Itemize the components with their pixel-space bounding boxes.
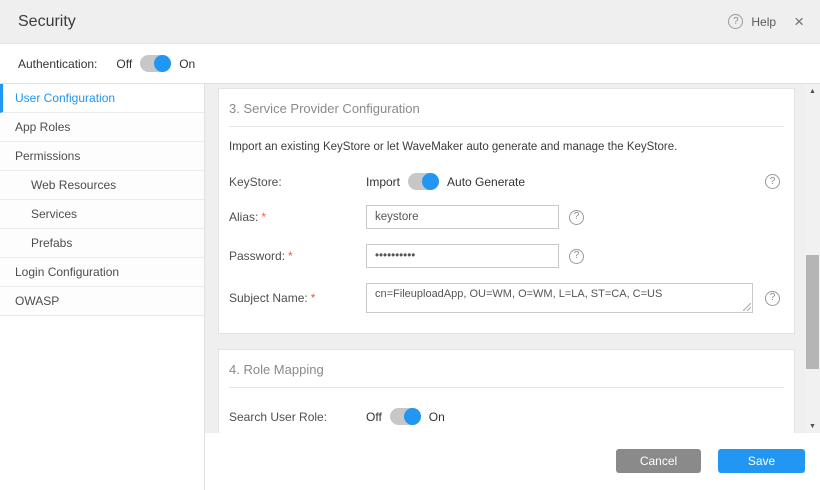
vertical-scrollbar[interactable]: ▲ ▼ bbox=[805, 84, 820, 433]
authentication-on-label: On bbox=[179, 57, 195, 71]
password-row: Password:* ? bbox=[229, 244, 784, 268]
alias-input[interactable] bbox=[366, 205, 559, 229]
toggle-knob bbox=[404, 408, 421, 425]
search-user-role-toggle-group: Off On bbox=[366, 408, 445, 425]
sidebar-item-label: Services bbox=[31, 207, 77, 221]
security-dialog: Security ? Help × Authentication: Off On… bbox=[0, 0, 820, 490]
password-input[interactable] bbox=[366, 244, 559, 268]
scroll-down-icon[interactable]: ▼ bbox=[805, 419, 820, 433]
service-provider-configuration-panel: 3. Service Provider Configuration Import… bbox=[218, 88, 795, 334]
resize-grip-icon[interactable] bbox=[743, 303, 751, 311]
subject-name-label-text: Subject Name: bbox=[229, 291, 308, 305]
alias-help-icon[interactable]: ? bbox=[569, 210, 584, 225]
sidebar-item-label: OWASP bbox=[15, 294, 59, 308]
keystore-import-label: Import bbox=[366, 175, 400, 189]
toggle-knob bbox=[154, 55, 171, 72]
keystore-label: KeyStore: bbox=[229, 175, 366, 189]
alias-label-text: Alias: bbox=[229, 210, 258, 224]
sidebar-item-owasp[interactable]: OWASP bbox=[0, 287, 204, 316]
search-user-role-label: Search User Role: bbox=[229, 410, 366, 424]
search-user-role-off-label: Off bbox=[366, 410, 382, 424]
authentication-toggle[interactable] bbox=[140, 55, 171, 72]
keystore-help-icon[interactable]: ? bbox=[765, 174, 780, 189]
close-icon[interactable]: × bbox=[794, 13, 804, 30]
section-title: 3. Service Provider Configuration bbox=[229, 101, 784, 116]
cancel-button[interactable]: Cancel bbox=[616, 449, 701, 473]
role-mapping-panel: 4. Role Mapping Search User Role: Off On bbox=[218, 349, 795, 433]
alias-label: Alias:* bbox=[229, 210, 366, 224]
scroll-up-icon[interactable]: ▲ bbox=[805, 84, 820, 98]
subject-name-help-icon[interactable]: ? bbox=[765, 291, 780, 306]
keystore-toggle-group: Import Auto Generate bbox=[366, 173, 525, 190]
section-divider bbox=[229, 387, 784, 388]
dialog-footer: Cancel Save bbox=[205, 433, 820, 490]
scrollbar-thumb[interactable] bbox=[806, 255, 819, 369]
subject-name-textarea-wrap: cn=FileuploadApp, OU=WM, O=WM, L=LA, ST=… bbox=[366, 283, 753, 313]
sidebar-item-label: Login Configuration bbox=[15, 265, 119, 279]
titlebar-actions: ? Help × bbox=[728, 13, 804, 30]
sidebar-item-app-roles[interactable]: App Roles bbox=[0, 113, 204, 142]
page-title: Security bbox=[18, 13, 76, 31]
sidebar-item-services[interactable]: Services bbox=[0, 200, 204, 229]
required-asterisk: * bbox=[288, 249, 293, 263]
authentication-off-label: Off bbox=[116, 57, 132, 71]
search-user-role-toggle[interactable] bbox=[390, 408, 421, 425]
section-title: 4. Role Mapping bbox=[229, 362, 784, 377]
authentication-label: Authentication: bbox=[18, 57, 97, 71]
sidebar-item-web-resources[interactable]: Web Resources bbox=[0, 171, 204, 200]
password-label-text: Password: bbox=[229, 249, 285, 263]
sidebar-item-permissions[interactable]: Permissions bbox=[0, 142, 204, 171]
toggle-knob bbox=[422, 173, 439, 190]
sidebar-item-label: Web Resources bbox=[31, 178, 116, 192]
help-link[interactable]: Help bbox=[751, 15, 776, 29]
required-asterisk: * bbox=[261, 210, 266, 224]
security-sidebar: User Configuration App Roles Permissions… bbox=[0, 84, 205, 490]
save-button[interactable]: Save bbox=[718, 449, 805, 473]
password-help-icon[interactable]: ? bbox=[569, 249, 584, 264]
sidebar-item-user-configuration[interactable]: User Configuration bbox=[0, 84, 204, 113]
required-asterisk: * bbox=[311, 291, 316, 305]
authentication-row: Authentication: Off On bbox=[0, 44, 820, 84]
main-area: 3. Service Provider Configuration Import… bbox=[205, 84, 820, 490]
sidebar-item-label: App Roles bbox=[15, 120, 70, 134]
password-label: Password:* bbox=[229, 249, 366, 263]
search-user-role-row: Search User Role: Off On bbox=[229, 408, 784, 425]
sidebar-item-prefabs[interactable]: Prefabs bbox=[0, 229, 204, 258]
subject-name-textarea[interactable]: cn=FileuploadApp, OU=WM, O=WM, L=LA, ST=… bbox=[366, 283, 753, 313]
keystore-auto-generate-label: Auto Generate bbox=[447, 175, 525, 189]
sidebar-item-login-configuration[interactable]: Login Configuration bbox=[0, 258, 204, 287]
titlebar: Security ? Help × bbox=[0, 0, 820, 44]
search-user-role-on-label: On bbox=[429, 410, 445, 424]
keystore-description: Import an existing KeyStore or let WaveM… bbox=[229, 141, 784, 153]
sidebar-item-label: Prefabs bbox=[31, 236, 72, 250]
keystore-toggle[interactable] bbox=[408, 173, 439, 190]
subject-name-label: Subject Name:* bbox=[229, 291, 366, 305]
scroll-content: 3. Service Provider Configuration Import… bbox=[205, 84, 820, 433]
subject-name-row: Subject Name:* cn=FileuploadApp, OU=WM, … bbox=[229, 283, 784, 313]
sidebar-item-label: Permissions bbox=[15, 149, 80, 163]
keystore-row: KeyStore: Import Auto Generate ? bbox=[229, 173, 784, 190]
help-icon[interactable]: ? bbox=[728, 14, 743, 29]
dialog-body: User Configuration App Roles Permissions… bbox=[0, 84, 820, 490]
alias-row: Alias:* ? bbox=[229, 205, 784, 229]
sidebar-item-label: User Configuration bbox=[15, 91, 115, 105]
section-divider bbox=[229, 126, 784, 127]
